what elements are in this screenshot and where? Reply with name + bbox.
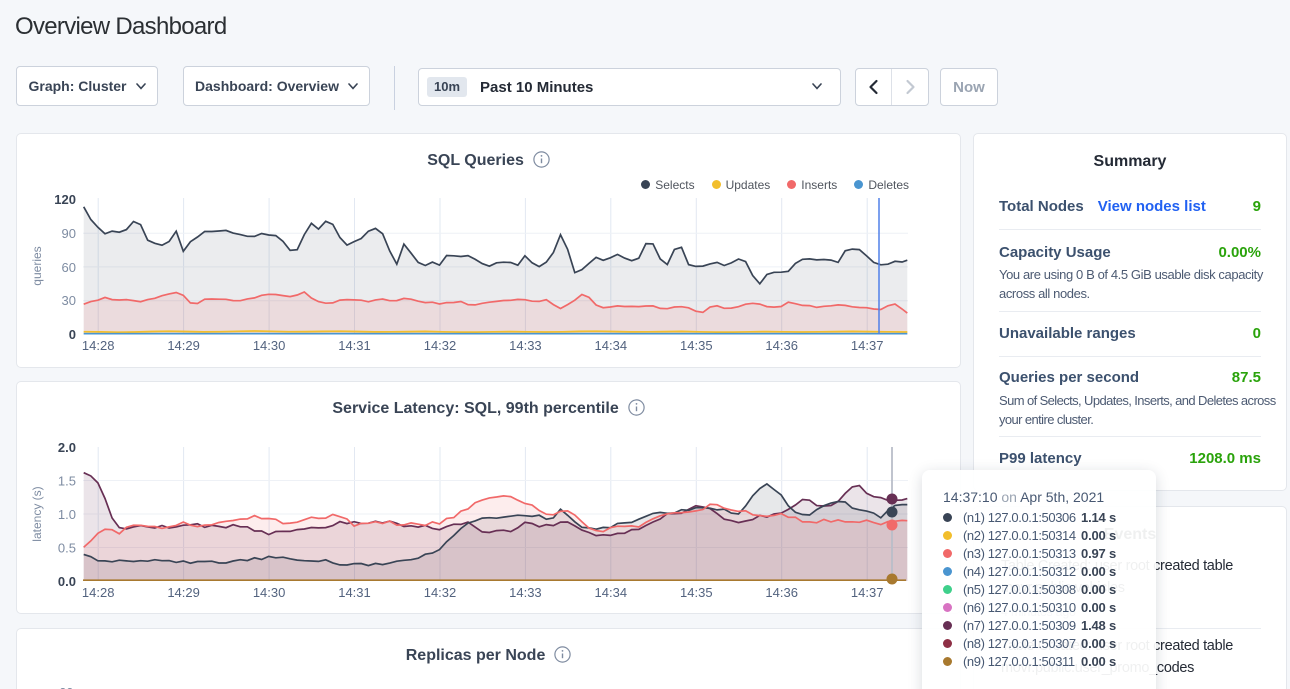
svg-text:1.5: 1.5: [58, 474, 76, 489]
svg-text:14:37: 14:37: [851, 585, 884, 600]
svg-text:0.0: 0.0: [58, 574, 76, 589]
svg-text:14:35: 14:35: [680, 585, 713, 600]
svg-text:14:37: 14:37: [851, 338, 884, 353]
svg-text:14:28: 14:28: [82, 338, 115, 353]
svg-text:14:35: 14:35: [680, 338, 713, 353]
svg-text:14:32: 14:32: [424, 585, 457, 600]
svg-text:14:31: 14:31: [338, 338, 371, 353]
svg-text:14:34: 14:34: [595, 585, 628, 600]
svg-text:0.5: 0.5: [58, 541, 76, 556]
svg-text:14:36: 14:36: [765, 338, 798, 353]
svg-text:1.0: 1.0: [58, 507, 76, 522]
svg-text:14:32: 14:32: [424, 338, 457, 353]
svg-text:14:30: 14:30: [253, 585, 286, 600]
svg-text:queries: queries: [30, 246, 44, 285]
svg-text:60: 60: [62, 260, 76, 275]
svg-text:latency (s): latency (s): [30, 486, 44, 541]
svg-text:0: 0: [69, 327, 76, 342]
svg-text:30: 30: [62, 293, 76, 308]
svg-text:14:29: 14:29: [167, 585, 200, 600]
svg-text:14:34: 14:34: [595, 338, 628, 353]
svg-text:14:30: 14:30: [253, 338, 286, 353]
svg-text:14:31: 14:31: [338, 585, 371, 600]
svg-text:120: 120: [54, 192, 76, 207]
svg-text:2.0: 2.0: [58, 440, 76, 455]
svg-text:14:36: 14:36: [765, 585, 798, 600]
svg-text:14:29: 14:29: [167, 338, 200, 353]
svg-text:14:33: 14:33: [509, 585, 542, 600]
svg-text:14:33: 14:33: [509, 338, 542, 353]
svg-text:14:28: 14:28: [82, 585, 115, 600]
svg-text:90: 90: [62, 226, 76, 241]
